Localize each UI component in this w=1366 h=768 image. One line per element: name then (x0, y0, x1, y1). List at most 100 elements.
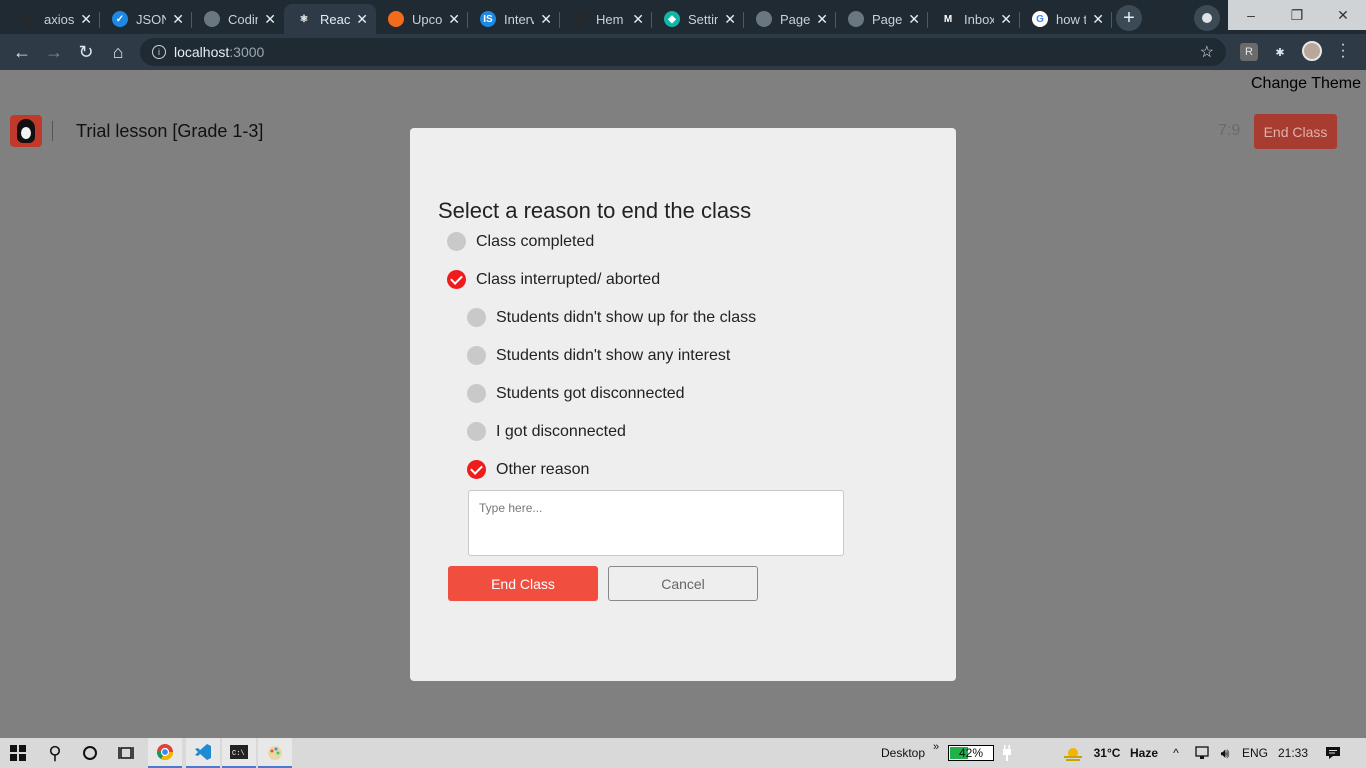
reload-icon[interactable]: ↻ (74, 40, 98, 64)
radio-class-completed[interactable] (447, 232, 466, 251)
bookmark-star-icon[interactable]: ☆ (1200, 42, 1214, 62)
browser-tab[interactable]: IS Interv ✕ (468, 4, 560, 34)
tab-close-icon[interactable]: ✕ (264, 11, 276, 28)
svg-text:C:\: C:\ (232, 750, 245, 758)
browser-tab[interactable]: Ghow t ✕ (1020, 4, 1112, 34)
modal-title: Select a reason to end the class (438, 198, 752, 223)
volume-icon[interactable]: 🔊︎ (1214, 738, 1236, 768)
browser-tab[interactable]: axios ✕ (8, 4, 100, 34)
suboption-no-show[interactable]: Students didn't show up for the class (467, 308, 756, 327)
end-class-header-button[interactable]: End Class (1254, 114, 1337, 149)
penguin-logo-icon (10, 115, 42, 147)
search-icon[interactable]: ⚲ (42, 738, 68, 768)
radio-class-interrupted[interactable] (447, 270, 466, 289)
menu-dots-icon[interactable]: · · · (1338, 37, 1348, 65)
vscode-taskbar-icon[interactable] (186, 738, 220, 768)
browser-tab[interactable]: ⚛ React ✕ (284, 4, 376, 34)
radio-no-interest[interactable] (467, 346, 486, 365)
tab-close-icon[interactable]: ✕ (816, 11, 828, 28)
end-class-modal: Select a reason to end the class Class c… (410, 128, 956, 681)
suboption-label: Students didn't show up for the class (496, 308, 757, 326)
close-window-button[interactable]: ✕ (1320, 0, 1366, 30)
suboption-other-reason[interactable]: Other reason (467, 460, 589, 479)
new-tab-button[interactable]: + (1116, 5, 1142, 31)
desktop-toolbar-label[interactable]: Desktop (876, 738, 930, 768)
end-class-button[interactable]: End Class (448, 566, 598, 601)
tab-separator (1111, 12, 1112, 28)
terminal-taskbar-icon[interactable]: C:\ (222, 738, 256, 768)
battery-indicator[interactable]: 42% (948, 745, 994, 761)
browser-tab[interactable]: M Inbox ✕ (928, 4, 1020, 34)
browser-tab[interactable]: ◆ Settin ✕ (652, 4, 744, 34)
tab-label: JSON (136, 11, 166, 27)
network-icon[interactable] (1192, 738, 1212, 768)
tab-close-icon[interactable]: ✕ (1092, 11, 1104, 28)
back-arrow-icon[interactable]: ← (10, 40, 34, 64)
github-icon (572, 11, 588, 27)
overflow-chevron-icon[interactable]: » (930, 732, 942, 762)
other-reason-textarea[interactable] (468, 490, 844, 556)
tab-label: Page (780, 11, 810, 27)
suboption-i-disconnected[interactable]: I got disconnected (467, 422, 626, 441)
tab-label: Settin (688, 11, 718, 27)
notification-icon[interactable] (1320, 738, 1346, 768)
task-view-icon[interactable] (114, 738, 138, 768)
forward-arrow-icon[interactable]: → (42, 40, 66, 64)
paint-taskbar-icon[interactable] (258, 738, 292, 768)
address-bar[interactable]: i localhost:3000 ☆ (140, 38, 1226, 66)
chrome-taskbar-icon[interactable] (148, 738, 182, 768)
radio-other-reason[interactable] (467, 460, 486, 479)
suboption-label: Other reason (496, 460, 590, 478)
browser-tab[interactable]: ✓ JSON ✕ (100, 4, 192, 34)
tab-label: React (320, 11, 350, 27)
radio-students-disconnected[interactable] (467, 384, 486, 403)
weather-label[interactable]: Haze (1126, 738, 1162, 768)
minimize-button[interactable]: – (1228, 0, 1274, 30)
windows-start-icon[interactable] (6, 738, 30, 768)
cancel-button[interactable]: Cancel (608, 566, 758, 601)
suboption-students-disconnected[interactable]: Students got disconnected (467, 384, 685, 403)
tab-close-icon[interactable]: ✕ (540, 11, 552, 28)
url-host: localhost (174, 44, 230, 60)
tab-close-icon[interactable]: ✕ (724, 11, 736, 28)
browser-tab[interactable]: Upco ✕ (376, 4, 468, 34)
tab-close-icon[interactable]: ✕ (908, 11, 920, 28)
tab-close-icon[interactable]: ✕ (632, 11, 644, 28)
browser-tab[interactable]: Codin ✕ (192, 4, 284, 34)
tab-close-icon[interactable]: ✕ (80, 11, 92, 28)
radio-i-disconnected[interactable] (467, 422, 486, 441)
tab-label: axios (44, 11, 74, 27)
tray-expand-icon[interactable]: ^ (1168, 738, 1184, 768)
change-theme-link[interactable]: Change Theme (1251, 75, 1361, 93)
tab-label: Codin (228, 11, 258, 27)
divider (52, 121, 53, 141)
tab-close-icon[interactable]: ✕ (172, 11, 184, 28)
browser-tab[interactable]: Page ✕ (744, 4, 836, 34)
lesson-title: Trial lesson [Grade 1-3] (76, 121, 264, 141)
profile-avatar[interactable] (1302, 41, 1322, 61)
home-icon[interactable]: ⌂ (106, 40, 130, 64)
temperature[interactable]: 31°C (1090, 738, 1124, 768)
github-icon (20, 11, 36, 27)
tab-close-icon[interactable]: ✕ (356, 11, 368, 28)
weather-haze-icon[interactable] (1060, 738, 1086, 768)
maximize-button[interactable]: ❐ (1274, 0, 1320, 30)
tab-close-icon[interactable]: ✕ (448, 11, 460, 28)
tab-close-icon[interactable]: ✕ (1000, 11, 1012, 28)
cortana-icon[interactable] (78, 738, 102, 768)
browser-tab[interactable]: Page ✕ (836, 4, 928, 34)
radio-no-show[interactable] (467, 308, 486, 327)
site-info-icon[interactable]: i (152, 45, 166, 59)
mail-icon: M (940, 11, 956, 27)
language-indicator[interactable]: ENG (1238, 738, 1272, 768)
option-class-interrupted[interactable]: Class interrupted/ aborted (447, 270, 660, 289)
power-plug-icon (998, 738, 1016, 768)
clock[interactable]: 21:33 (1274, 738, 1312, 768)
option-class-completed[interactable]: Class completed (447, 232, 594, 251)
browser-tab[interactable]: Hem ✕ (560, 4, 652, 34)
suboption-no-interest[interactable]: Students didn't show any interest (467, 346, 730, 365)
tab-search-button[interactable] (1194, 5, 1220, 31)
tab-label: Hem (596, 11, 624, 27)
extension-r-icon[interactable]: R (1240, 43, 1258, 61)
puzzle-icon[interactable]: ✱ (1271, 43, 1289, 61)
